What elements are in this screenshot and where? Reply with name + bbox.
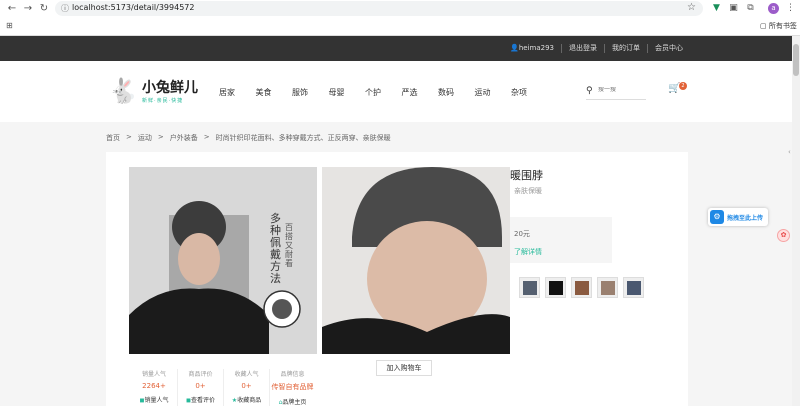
breadcrumb-home[interactable]: 首页 bbox=[106, 133, 120, 143]
stat-value: 0+ bbox=[241, 382, 252, 390]
apps-grid-icon[interactable]: ⊞ bbox=[6, 21, 13, 30]
upload-icon: ⚙ bbox=[710, 210, 724, 224]
nav-item-food[interactable]: 美食 bbox=[256, 87, 293, 98]
back-icon[interactable]: ← bbox=[6, 3, 18, 15]
stat-label: 收藏人气 bbox=[234, 371, 259, 378]
extension-icon[interactable]: ▣ bbox=[728, 3, 739, 14]
breadcrumb: 首页 > 运动 > 户外装备 > 时尚针织印花面料、多种穿戴方式、正反两穿、亲肤… bbox=[106, 133, 397, 143]
top-bar: 👤heima293 退出登录 我的订单 会员中心 bbox=[0, 36, 800, 61]
nav-item-personal-care[interactable]: 个护 bbox=[365, 87, 402, 98]
detail-link[interactable]: 了解详情 bbox=[514, 247, 542, 257]
search-icon: ⚲ bbox=[586, 86, 593, 96]
stat-link-label: 品牌主页 bbox=[282, 399, 307, 406]
stat-sales: 销量人气 2264+ ◼销量人气 bbox=[131, 369, 177, 406]
site-header: 🐇 小兔鲜儿 新鲜·亲民·快捷 居家 美食 服饰 母婴 个护 严选 数码 运动 … bbox=[0, 61, 800, 122]
nav-item-misc[interactable]: 杂项 bbox=[511, 87, 548, 98]
stat-link-label: 查看评价 bbox=[190, 397, 215, 404]
stat-favorites: 收藏人气 0+ ★收藏商品 bbox=[223, 369, 269, 406]
scrollbar-thumb[interactable] bbox=[793, 44, 799, 76]
product-desc: 亲肤保暖 bbox=[514, 187, 542, 195]
stat-link-label: 销量人气 bbox=[144, 397, 169, 404]
add-to-cart-button[interactable]: 加入购物车 bbox=[376, 360, 432, 376]
forward-icon[interactable]: → bbox=[22, 3, 34, 15]
nav-item-home[interactable]: 居家 bbox=[219, 87, 256, 98]
breadcrumb-outdoor[interactable]: 户外装备 bbox=[170, 133, 198, 143]
url-text: localhost:5173/detail/3994572 bbox=[72, 3, 195, 12]
stat-link[interactable]: ◼销量人气 bbox=[131, 395, 177, 404]
member-center-link[interactable]: 会员中心 bbox=[647, 44, 690, 53]
stat-brand: 品牌信息 传智自有品牌 ⌂品牌主页 bbox=[269, 369, 315, 406]
address-bar[interactable]: ⓘ localhost:5173/detail/3994572 ☆ bbox=[55, 1, 703, 16]
logo-title: 小兔鲜儿 bbox=[142, 80, 198, 96]
breadcrumb-separator: > bbox=[126, 133, 132, 141]
extension-icon[interactable]: ▼ bbox=[711, 3, 722, 14]
image-caption-side: 百搭又耐看 bbox=[285, 223, 293, 268]
zoom-photo bbox=[322, 167, 510, 354]
stat-link-label: 收藏商品 bbox=[237, 397, 262, 404]
breadcrumb-current: 时尚针织印花面料、多种穿戴方式、正反两穿、亲肤保暖 bbox=[215, 134, 391, 142]
price-box: 20元 了解详情 bbox=[510, 217, 612, 263]
stat-link[interactable]: ◼查看评价 bbox=[178, 395, 223, 404]
price-text: 20元 bbox=[514, 230, 530, 238]
top-links: 👤heima293 退出登录 我的订单 会员中心 bbox=[503, 36, 690, 61]
site-logo[interactable]: 🐇 小兔鲜儿 新鲜·亲民·快捷 bbox=[108, 73, 202, 109]
profile-avatar[interactable]: a bbox=[768, 3, 779, 14]
user-link[interactable]: 👤heima293 bbox=[503, 44, 561, 53]
upload-text: 拖拽至此上传 bbox=[727, 215, 764, 222]
stat-value: 传智自有品牌 bbox=[271, 383, 314, 391]
nav-item-selected[interactable]: 严选 bbox=[402, 87, 439, 98]
nav-item-baby[interactable]: 母婴 bbox=[329, 87, 366, 98]
floating-assistant-icon[interactable]: ✿ bbox=[777, 229, 790, 242]
search-box: ⚲ bbox=[586, 86, 646, 100]
stat-reviews: 商品评价 0+ ◼查看评价 bbox=[177, 369, 223, 406]
all-bookmarks[interactable]: ▢ 所有书签 bbox=[760, 21, 797, 31]
stat-value: 2264+ bbox=[142, 382, 166, 390]
product-stats: 销量人气 2264+ ◼销量人气 商品评价 0+ ◼查看评价 收藏人气 0+ ★… bbox=[131, 369, 315, 406]
breadcrumb-separator: > bbox=[203, 133, 210, 141]
all-bookmarks-label: 所有书签 bbox=[768, 22, 797, 30]
nav-item-sports[interactable]: 运动 bbox=[475, 87, 512, 98]
image-caption-main: 多种佩戴方法 bbox=[270, 212, 281, 285]
logout-link[interactable]: 退出登录 bbox=[561, 44, 604, 53]
browser-menu-icon[interactable]: ⋮ bbox=[785, 3, 796, 14]
variant-thumb[interactable] bbox=[623, 277, 644, 298]
cart-count-badge: 2 bbox=[679, 82, 687, 90]
stat-label: 品牌信息 bbox=[280, 371, 305, 378]
page-scrollbar[interactable] bbox=[792, 36, 800, 406]
nav-item-digital[interactable]: 数码 bbox=[438, 87, 475, 98]
product-title: 暖围脖 bbox=[510, 169, 543, 182]
site-info-icon[interactable]: ⓘ bbox=[61, 3, 69, 14]
stat-link[interactable]: ⌂品牌主页 bbox=[270, 397, 315, 406]
product-main-image[interactable]: 多种佩戴方法 百搭又耐看 bbox=[129, 167, 317, 354]
browser-toolbar: ← → ↻ ⓘ localhost:5173/detail/3994572 ☆ … bbox=[0, 0, 800, 36]
breadcrumb-separator: > bbox=[157, 133, 164, 141]
breadcrumb-sports[interactable]: 运动 bbox=[138, 133, 152, 143]
variant-thumbs bbox=[519, 277, 649, 298]
rabbit-logo-icon: 🐇 bbox=[108, 77, 138, 105]
my-orders-link[interactable]: 我的订单 bbox=[604, 44, 647, 53]
product-zoom-image bbox=[322, 167, 510, 354]
search-input[interactable] bbox=[598, 87, 644, 93]
bookmark-star-icon[interactable]: ☆ bbox=[687, 2, 696, 13]
logo-subtitle: 新鲜·亲民·快捷 bbox=[142, 98, 184, 104]
stat-label: 商品评价 bbox=[188, 371, 213, 378]
category-nav: 居家 美食 服饰 母婴 个护 严选 数码 运动 杂项 bbox=[219, 87, 548, 98]
stat-value: 0+ bbox=[195, 382, 206, 390]
variant-thumb[interactable] bbox=[545, 277, 566, 298]
nav-item-apparel[interactable]: 服饰 bbox=[292, 87, 329, 98]
user-name: heima293 bbox=[518, 44, 554, 52]
variant-thumb[interactable] bbox=[519, 277, 540, 298]
variant-thumb[interactable] bbox=[571, 277, 592, 298]
stat-link[interactable]: ★收藏商品 bbox=[224, 395, 269, 404]
stat-label: 销量人气 bbox=[141, 371, 166, 378]
variant-thumb[interactable] bbox=[597, 277, 618, 298]
drag-upload-widget[interactable]: ⚙ 拖拽至此上传 bbox=[708, 208, 768, 226]
side-collapse-icon[interactable]: ‹ bbox=[788, 148, 791, 156]
extensions-puzzle-icon[interactable]: ⧉ bbox=[745, 3, 756, 14]
reload-icon[interactable]: ↻ bbox=[38, 3, 50, 15]
